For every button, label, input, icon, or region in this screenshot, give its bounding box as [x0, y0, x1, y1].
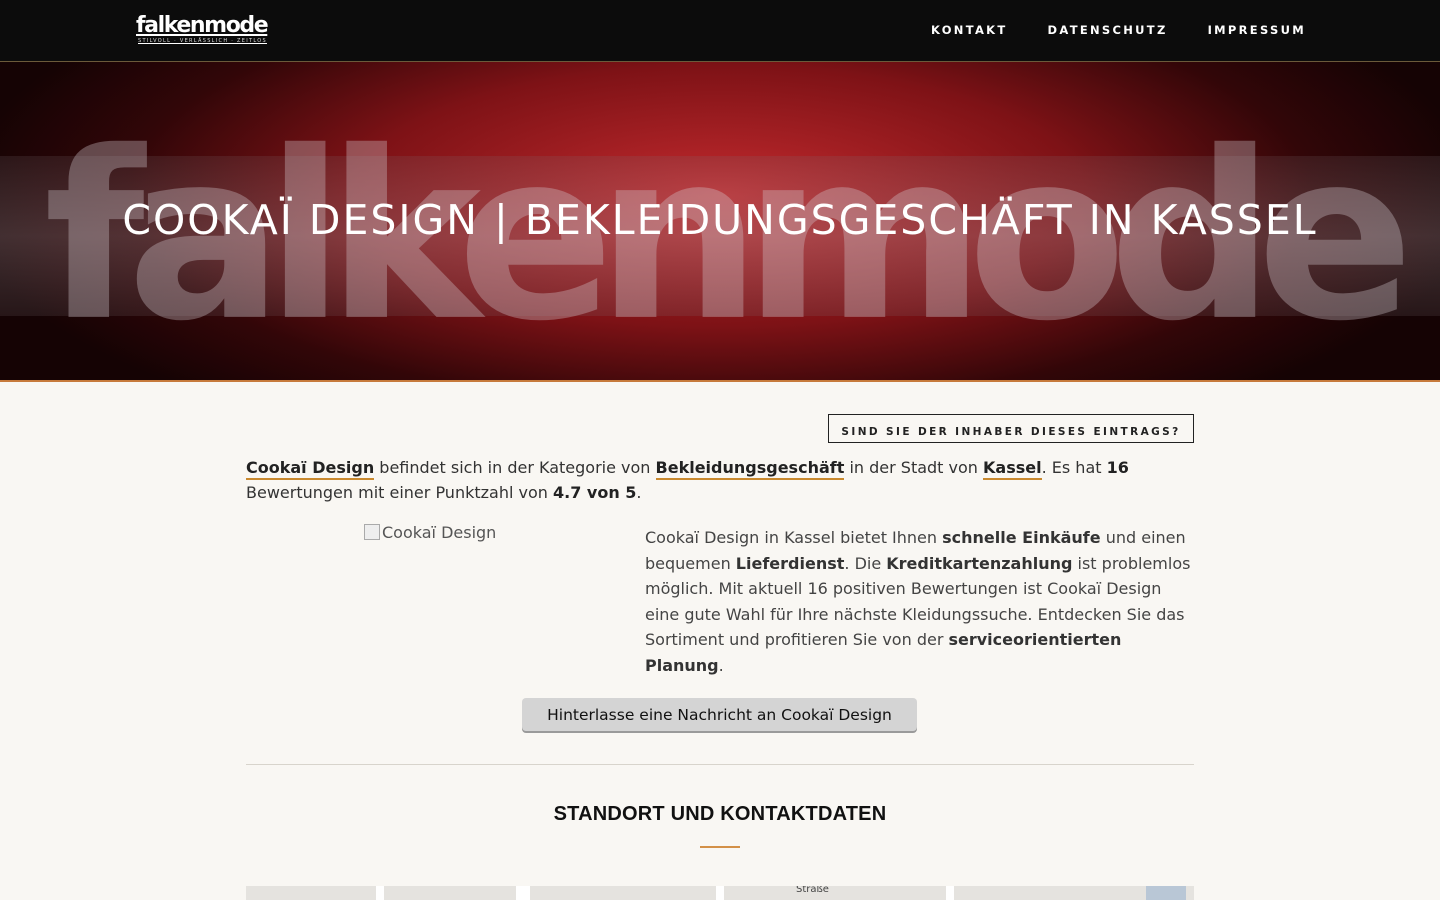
nav-kontakt[interactable]: KONTAKT [931, 22, 1008, 38]
desc-text-1: Cookaï Design in Kassel bietet Ihnen [645, 528, 943, 547]
location-map[interactable]: Straße [246, 886, 1194, 900]
site-logo[interactable]: falkenmode STILVOLL · VERLÄSSLICH · ZEIT… [136, 13, 269, 45]
leave-message-button[interactable]: Hinterlasse eine Nachricht an Cookaï Des… [522, 698, 917, 731]
intro-text-1: befindet sich in der Kategorie von [374, 458, 656, 477]
business-image: Cookaï Design [364, 523, 564, 545]
location-section-title: STANDORT UND KONTAKTDATEN [553, 803, 887, 825]
desc-text-3: . Die [844, 553, 887, 573]
review-count: 16 [1106, 458, 1129, 477]
intro-text-3: . Es hat [1041, 458, 1107, 477]
hero-divider [0, 380, 1440, 382]
nav-datenschutz[interactable]: DATENSCHUTZ [1048, 22, 1168, 38]
map-road [376, 886, 384, 900]
desc-text-5: . [718, 655, 724, 675]
desc-bold-2: Lieferdienst [735, 553, 845, 573]
image-alt-text: Cookaï Design [382, 523, 497, 542]
business-link[interactable]: Cookaï Design [246, 458, 375, 480]
category-link[interactable]: Bekleidungsgeschäft [655, 458, 845, 480]
map-road [716, 886, 724, 900]
city-link[interactable]: Kassel [983, 458, 1042, 480]
intro-text-4: Bewertungen mit einer Punktzahl von [246, 483, 553, 502]
logo-wordmark: falkenmode [136, 13, 269, 38]
title-underline [700, 846, 740, 848]
top-navbar: falkenmode STILVOLL · VERLÄSSLICH · ZEIT… [0, 0, 1440, 62]
rating-score: 4.7 von 5 [552, 483, 637, 502]
broken-image-icon [364, 524, 380, 540]
business-description: Cookaï Design in Kassel bietet Ihnen sch… [645, 525, 1195, 679]
desc-bold-1: schnelle Einkäufe [942, 528, 1101, 547]
hero-banner: falkenmode COOKAÏ DESIGN | BEKLEIDUNGSGE… [0, 62, 1440, 381]
logo-tagline: STILVOLL · VERLÄSSLICH · ZEITLOS [138, 38, 267, 44]
nav-impressum[interactable]: IMPRESSUM [1208, 22, 1306, 38]
map-street-label: Straße [796, 886, 829, 895]
map-road [516, 886, 530, 900]
map-water [1146, 886, 1186, 900]
claim-listing-button[interactable]: SIND SIE DER INHABER DIESES EINTRAGS? [828, 414, 1194, 443]
section-divider [246, 764, 1194, 765]
page-title: COOKAÏ DESIGN | BEKLEIDUNGSGESCHÄFT IN K… [122, 196, 1318, 244]
intro-text-2: in der Stadt von [844, 458, 984, 477]
intro-text-5: . [636, 483, 642, 502]
map-road [946, 886, 954, 900]
desc-bold-3: Kreditkartenzahlung [886, 553, 1073, 573]
main-nav: KONTAKT DATENSCHUTZ IMPRESSUM [891, 22, 1306, 38]
intro-paragraph: Cookaï Design befindet sich in der Kateg… [246, 455, 1194, 505]
